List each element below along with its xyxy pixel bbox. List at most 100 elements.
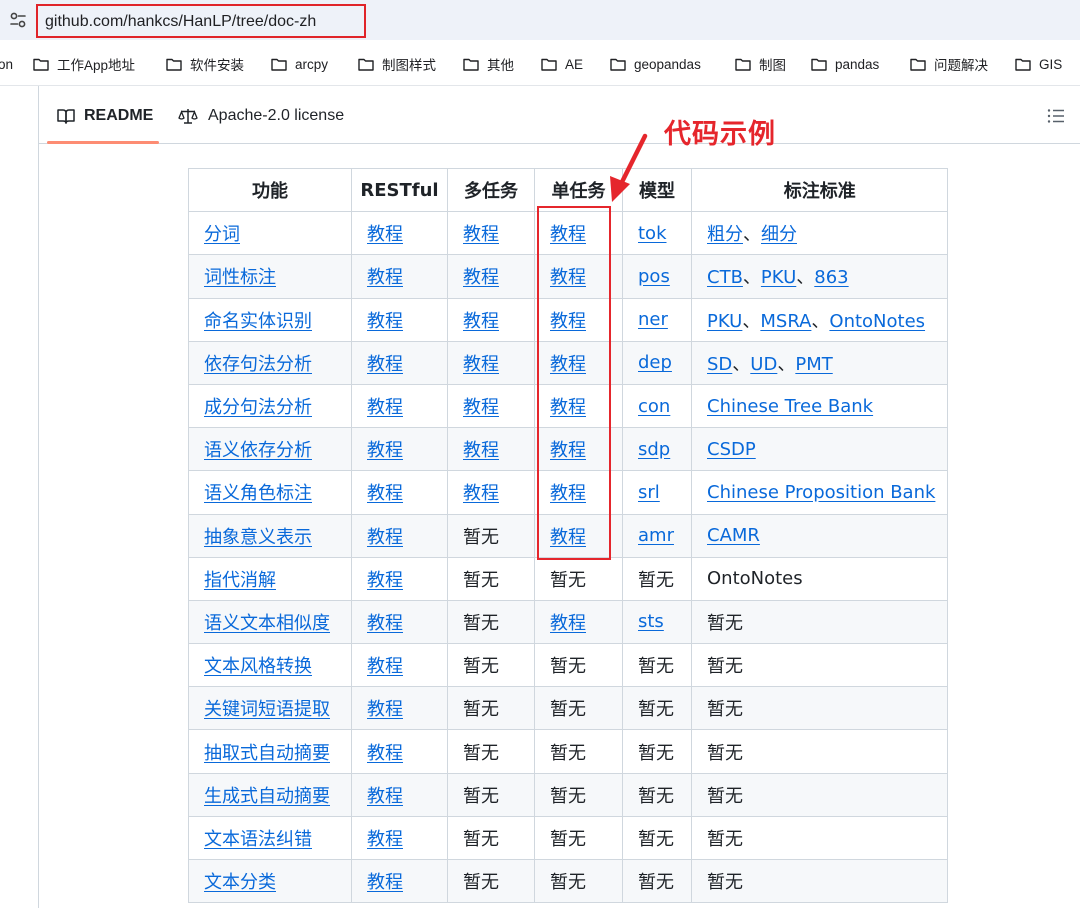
cell-link[interactable]: 教程 (367, 224, 403, 245)
site-settings-icon[interactable] (9, 11, 27, 29)
cell-link[interactable]: 教程 (367, 656, 403, 677)
table-cell: 分词 (188, 211, 352, 256)
cell-link[interactable]: 教程 (367, 872, 403, 893)
cell-link[interactable]: CTB (707, 267, 743, 288)
cell-link[interactable]: sdp (638, 439, 670, 460)
cell-link[interactable]: 语义文本相似度 (204, 613, 330, 634)
cell-link[interactable]: ner (638, 309, 668, 330)
cell-link[interactable]: 依存句法分析 (204, 354, 312, 375)
cell-link[interactable]: sts (638, 611, 664, 632)
bookmark-item[interactable]: on (0, 54, 13, 74)
tab-license[interactable]: Apache-2.0 license (178, 105, 344, 127)
table-cell: SD、UD、PMT (690, 340, 949, 385)
cell-text: 暂无 (463, 828, 499, 850)
cell-link[interactable]: 词性标注 (204, 267, 276, 288)
table-cell: 暂无 (447, 772, 535, 817)
cell-link[interactable]: 教程 (463, 483, 499, 504)
folder-icon (610, 58, 626, 71)
table-cell: 词性标注 (188, 254, 352, 299)
cell-link[interactable]: 文本分类 (204, 872, 276, 893)
cell-link[interactable]: 命名实体识别 (204, 311, 312, 332)
table-cell: 教程 (351, 427, 448, 472)
cell-link[interactable]: 抽象意义表示 (204, 527, 312, 548)
cell-link[interactable]: 教程 (367, 743, 403, 764)
table-cell: 暂无 (447, 686, 535, 731)
cell-link[interactable]: PKU (707, 311, 742, 332)
bookmark-item[interactable]: 问题解决 (910, 54, 988, 74)
cell-link[interactable]: 语义角色标注 (204, 483, 312, 504)
bookmark-item[interactable]: arcpy (271, 54, 328, 74)
tab-license-label: Apache-2.0 license (208, 107, 345, 124)
cell-text: 暂无 (707, 872, 743, 894)
cell-link[interactable]: PMT (795, 354, 832, 375)
cell-link[interactable]: 生成式自动摘要 (204, 786, 330, 807)
cell-link[interactable]: Chinese Proposition Bank (707, 482, 935, 503)
cell-link[interactable]: 细分 (761, 224, 797, 245)
cell-link[interactable]: 教程 (463, 440, 499, 461)
cell-link[interactable]: 教程 (367, 570, 403, 591)
cell-link[interactable]: 指代消解 (204, 570, 276, 591)
cell-link[interactable]: CAMR (707, 525, 760, 546)
cell-link[interactable]: 教程 (367, 699, 403, 720)
cell-link[interactable]: con (638, 396, 670, 417)
cell-text: 暂无 (638, 742, 674, 764)
cell-link[interactable]: srl (638, 482, 660, 503)
table-cell: 暂无 (622, 815, 692, 861)
cell-link[interactable]: 文本风格转换 (204, 656, 312, 677)
cell-link[interactable]: 教程 (367, 397, 403, 418)
cell-link[interactable]: MSRA (760, 311, 811, 332)
table-cell: srl (622, 470, 692, 515)
cell-link[interactable]: pos (638, 266, 670, 287)
cell-link[interactable]: 教程 (463, 267, 499, 288)
cell-link[interactable]: 关键词短语提取 (204, 699, 330, 720)
tab-readme[interactable]: README (57, 105, 153, 127)
cell-link[interactable]: SD (707, 354, 732, 375)
table-cell: sdp (622, 427, 692, 472)
cell-link[interactable]: 教程 (367, 527, 403, 548)
bookmark-item[interactable]: pandas (811, 54, 879, 74)
table-row: 生成式自动摘要 教程 暂无 暂无 暂无 暂无 (188, 772, 949, 817)
cell-link[interactable]: 成分句法分析 (204, 397, 312, 418)
cell-link[interactable]: 教程 (367, 440, 403, 461)
cell-link[interactable]: 教程 (367, 354, 403, 375)
cell-link[interactable]: 教程 (550, 613, 586, 634)
cell-link[interactable]: 教程 (367, 483, 403, 504)
cell-link[interactable]: dep (638, 352, 672, 373)
bookmark-item[interactable]: 软件安装 (166, 54, 244, 74)
cell-link[interactable]: 教程 (367, 786, 403, 807)
cell-link[interactable]: 粗分 (707, 224, 743, 245)
cell-link[interactable]: 教程 (463, 224, 499, 245)
bookmark-item[interactable]: 制图 (735, 54, 786, 74)
cell-link[interactable]: CSDP (707, 439, 756, 460)
url-field[interactable]: github.com/hankcs/HanLP/tree/doc-zh (36, 4, 366, 38)
outline-list-icon[interactable] (1047, 108, 1065, 124)
cell-link[interactable]: 抽取式自动摘要 (204, 743, 330, 764)
cell-link[interactable]: 教程 (463, 397, 499, 418)
bookmark-item[interactable]: AE (541, 54, 583, 74)
table-cell: ner (622, 297, 692, 342)
cell-link[interactable]: 语义依存分析 (204, 440, 312, 461)
bookmark-item[interactable]: 制图样式 (358, 54, 436, 74)
cell-link[interactable]: 教程 (367, 613, 403, 634)
cell-link[interactable]: 教程 (463, 311, 499, 332)
table-cell: 暂无 (690, 772, 949, 817)
cell-link[interactable]: UD (750, 354, 777, 375)
cell-link[interactable]: OntoNotes (829, 311, 925, 332)
cell-link[interactable]: 分词 (204, 224, 240, 245)
cell-link[interactable]: tok (638, 223, 667, 244)
cell-link[interactable]: 教程 (367, 267, 403, 288)
cell-link[interactable]: PKU (761, 267, 796, 288)
bookmark-item[interactable]: GIS (1015, 54, 1062, 74)
cell-link[interactable]: 教程 (367, 829, 403, 850)
bookmark-item[interactable]: geopandas (610, 54, 701, 74)
cell-link[interactable]: amr (638, 525, 674, 546)
cell-link[interactable]: 文本语法纠错 (204, 829, 312, 850)
cell-link[interactable]: Chinese Tree Bank (707, 396, 873, 417)
cell-link[interactable]: 教程 (367, 311, 403, 332)
cell-link[interactable]: 863 (814, 267, 848, 288)
bookmark-item[interactable]: 其他 (463, 54, 514, 74)
table-cell: 关键词短语提取 (188, 686, 352, 731)
table-cell: 粗分、细分 (690, 211, 949, 256)
bookmark-item[interactable]: 工作App地址 (33, 54, 135, 74)
cell-link[interactable]: 教程 (463, 354, 499, 375)
